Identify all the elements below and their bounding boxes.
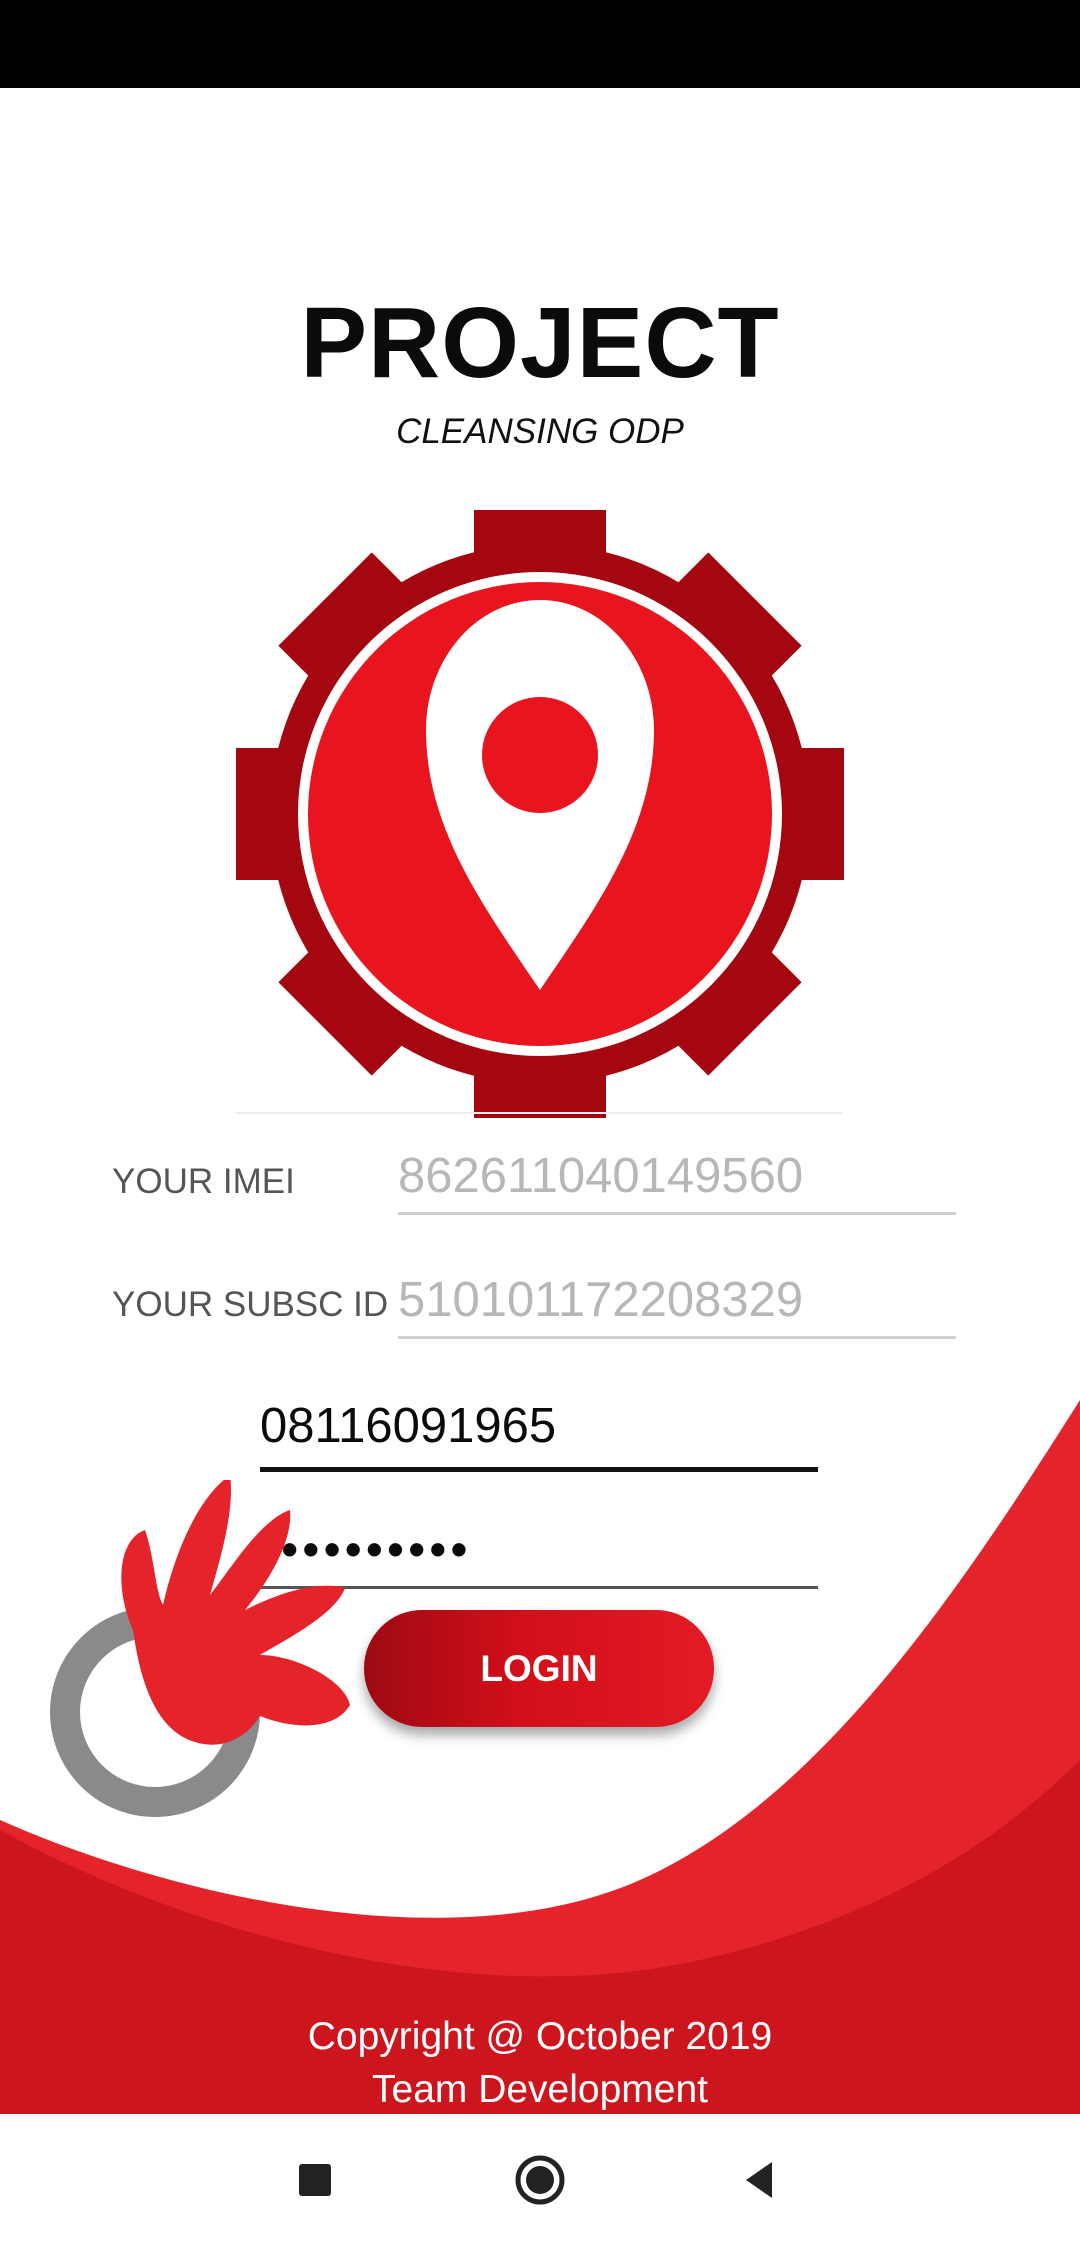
circle-icon [515,2155,565,2205]
home-button[interactable] [480,2114,600,2246]
recent-apps-button[interactable] [255,2114,375,2246]
copyright-text: Copyright @ October 2019 [307,2015,773,2058]
square-icon [299,2164,331,2196]
subsc-id-field: 510101172208329 [398,1270,956,1339]
imei-label: YOUR IMEI [112,1162,295,1201]
hand-ring-logo [50,1480,350,1817]
phone-input[interactable]: 08116091965 [260,1395,818,1472]
page-title: PROJECT [300,287,780,399]
subsc-id-label: YOUR SUBSC ID [112,1285,389,1324]
team-text: Team Development [372,2068,708,2111]
gear-location-logo [236,510,844,1118]
page-subtitle: CLEANSING ODP [396,412,684,451]
back-button[interactable] [700,2114,820,2246]
login-button[interactable]: LOGIN [364,1610,714,1727]
logo-divider [236,1112,842,1114]
navigation-bar [0,2114,1080,2246]
triangle-back-icon [746,2162,772,2198]
imei-field: 862611040149560 [398,1146,956,1215]
